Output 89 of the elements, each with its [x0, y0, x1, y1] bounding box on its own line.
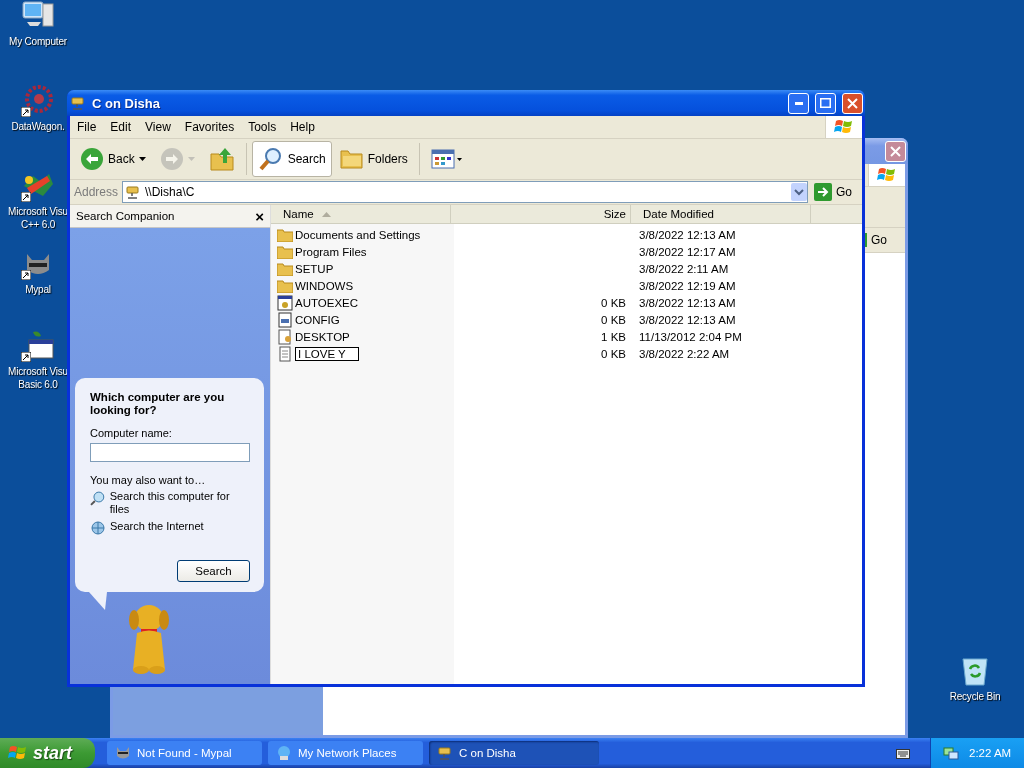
shared-drive-icon: [70, 95, 86, 111]
file-name[interactable]: Documents and Settings: [295, 228, 421, 241]
menu-item[interactable]: View: [138, 120, 178, 134]
text-file-icon: [277, 345, 293, 362]
desktop-icon-label[interactable]: DataWagon.: [11, 120, 65, 133]
search-link[interactable]: Search this computer for files: [109, 490, 250, 516]
caret-icon: [138, 157, 146, 161]
minimize-icon: [794, 101, 803, 105]
file-size: 1 KB: [600, 330, 627, 343]
close-button[interactable]: ×: [255, 207, 264, 225]
pane-title: Search Companion: [76, 210, 175, 222]
file-date: 3/8/2022 12:17 AM: [638, 245, 737, 258]
start-button[interactable]: start: [0, 738, 95, 768]
close-button[interactable]: [842, 92, 863, 114]
desktop-icon-label[interactable]: Mypal: [25, 283, 51, 296]
menu-item[interactable]: Tools: [241, 120, 284, 134]
settings-file-icon: [277, 294, 293, 311]
magnifier-icon: [90, 490, 106, 506]
file-date: 3/8/2022 12:13 AM: [638, 313, 737, 326]
desktop-icon-label[interactable]: Microsoft Visu C++ 6.0: [8, 205, 68, 231]
clock: 2:22 AM: [969, 747, 1012, 759]
desktop-icon-label[interactable]: Microsoft Visu Basic 6.0: [8, 365, 68, 391]
views-icon: [430, 149, 463, 169]
file-date: 3/8/2022 12:19 AM: [638, 279, 737, 292]
search-button[interactable]: Search: [177, 560, 250, 582]
raccoon-icon: [115, 745, 131, 761]
sort-arrow-icon: [321, 211, 331, 217]
globe-search-icon: [90, 520, 106, 536]
keyboard-icon[interactable]: [896, 747, 910, 759]
search-button[interactable]: Search: [251, 141, 332, 177]
column-header[interactable]: Name: [271, 205, 451, 223]
address-field[interactable]: \\Disha\C: [122, 181, 808, 203]
recycle-bin-icon: [960, 655, 990, 687]
file-size: 0 KB: [600, 313, 627, 326]
taskbar-button[interactable]: My Network Places: [268, 741, 423, 765]
menu-item[interactable]: Favorites: [177, 120, 242, 134]
settings-page-icon: [277, 328, 293, 345]
taskbar-button[interactable]: C on Disha: [429, 741, 599, 765]
menu-item[interactable]: File: [70, 120, 104, 134]
rename-field[interactable]: I LOVE Y: [295, 346, 359, 361]
file-size: 0 KB: [600, 347, 627, 360]
column-header[interactable]: Date Modified: [631, 205, 811, 223]
close-icon: [847, 97, 858, 109]
address-label: Address: [74, 185, 119, 199]
menu-item[interactable]: Help: [283, 120, 322, 134]
file-name[interactable]: SETUP: [295, 262, 334, 275]
maximize-button[interactable]: [815, 92, 836, 114]
config-file-icon: [277, 311, 293, 328]
shared-drive-icon: [437, 745, 453, 761]
folder-icon: [277, 278, 293, 293]
file-date: 3/8/2022 2:22 AM: [638, 347, 731, 360]
search-icon: [257, 146, 284, 172]
column-header[interactable]: Size: [451, 205, 631, 223]
minimize-button[interactable]: [788, 92, 809, 114]
shared-drive-icon: [125, 184, 142, 200]
folders-icon: [339, 148, 364, 170]
file-name[interactable]: Program Files: [295, 245, 367, 258]
computer-name-field[interactable]: [90, 443, 250, 462]
close-button[interactable]: [885, 140, 906, 162]
window-title: C on Disha: [92, 95, 160, 111]
maximize-icon: [820, 98, 831, 108]
search-link[interactable]: Search the Internet: [110, 520, 204, 533]
file-name[interactable]: DESKTOP: [295, 330, 350, 343]
folder-up-icon: [208, 146, 235, 172]
file-date: 3/8/2022 2:11 AM: [638, 262, 730, 275]
file-date: 3/8/2022 12:13 AM: [638, 296, 737, 309]
close-icon: [890, 145, 901, 157]
network-globe-icon: [276, 745, 292, 761]
field-label: Computer name:: [90, 427, 173, 439]
network-icon[interactable]: [943, 745, 959, 761]
file-date: 11/13/2012 2:04 PM: [638, 330, 743, 343]
go-button[interactable]: Go: [812, 183, 858, 201]
desktop-icon-label[interactable]: My Computer: [9, 35, 67, 48]
file-name[interactable]: WINDOWS: [295, 279, 354, 292]
dropdown-icon[interactable]: [791, 183, 807, 201]
folder-icon: [277, 261, 293, 276]
caret-icon: [187, 157, 195, 161]
menu-item[interactable]: Edit: [103, 120, 139, 134]
back-button[interactable]: Back: [74, 141, 152, 177]
file-size: 0 KB: [600, 296, 627, 309]
file-name[interactable]: AUTOEXEC: [295, 296, 359, 309]
hint-text: You may also want to…: [90, 474, 207, 486]
file-date: 3/8/2022 12:13 AM: [638, 228, 737, 241]
taskbar-button[interactable]: Not Found - Mypal: [107, 741, 262, 765]
folders-button[interactable]: Folders: [333, 141, 414, 177]
folder-icon: [277, 244, 293, 259]
desktop-icon-label[interactable]: Recycle Bin: [949, 690, 1001, 703]
question-text: Which computer are you looking for?: [90, 391, 226, 417]
file-name[interactable]: CONFIG: [295, 313, 340, 326]
